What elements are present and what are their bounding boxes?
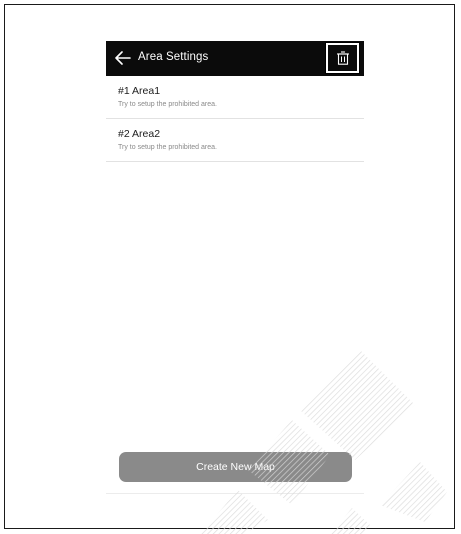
trash-icon (337, 51, 349, 65)
phone-screen: Area Settings #1 Area1 Try to setup the … (106, 41, 364, 495)
area-list: #1 Area1 Try to setup the prohibited are… (106, 76, 364, 162)
area-title: #2 Area2 (118, 128, 161, 140)
create-new-map-button[interactable]: Create New Map (119, 452, 352, 482)
area-title: #1 Area1 (118, 85, 161, 97)
arrow-left-icon[interactable] (114, 50, 132, 66)
app-header: Area Settings (106, 41, 364, 76)
page-title: Area Settings (138, 51, 209, 63)
divider (106, 493, 364, 494)
list-item[interactable]: #2 Area2 Try to setup the prohibited are… (106, 119, 364, 162)
delete-button[interactable] (325, 42, 360, 74)
area-description: Try to setup the prohibited area. (118, 101, 217, 108)
list-item[interactable]: #1 Area1 Try to setup the prohibited are… (106, 76, 364, 119)
area-description: Try to setup the prohibited area. (118, 144, 217, 151)
